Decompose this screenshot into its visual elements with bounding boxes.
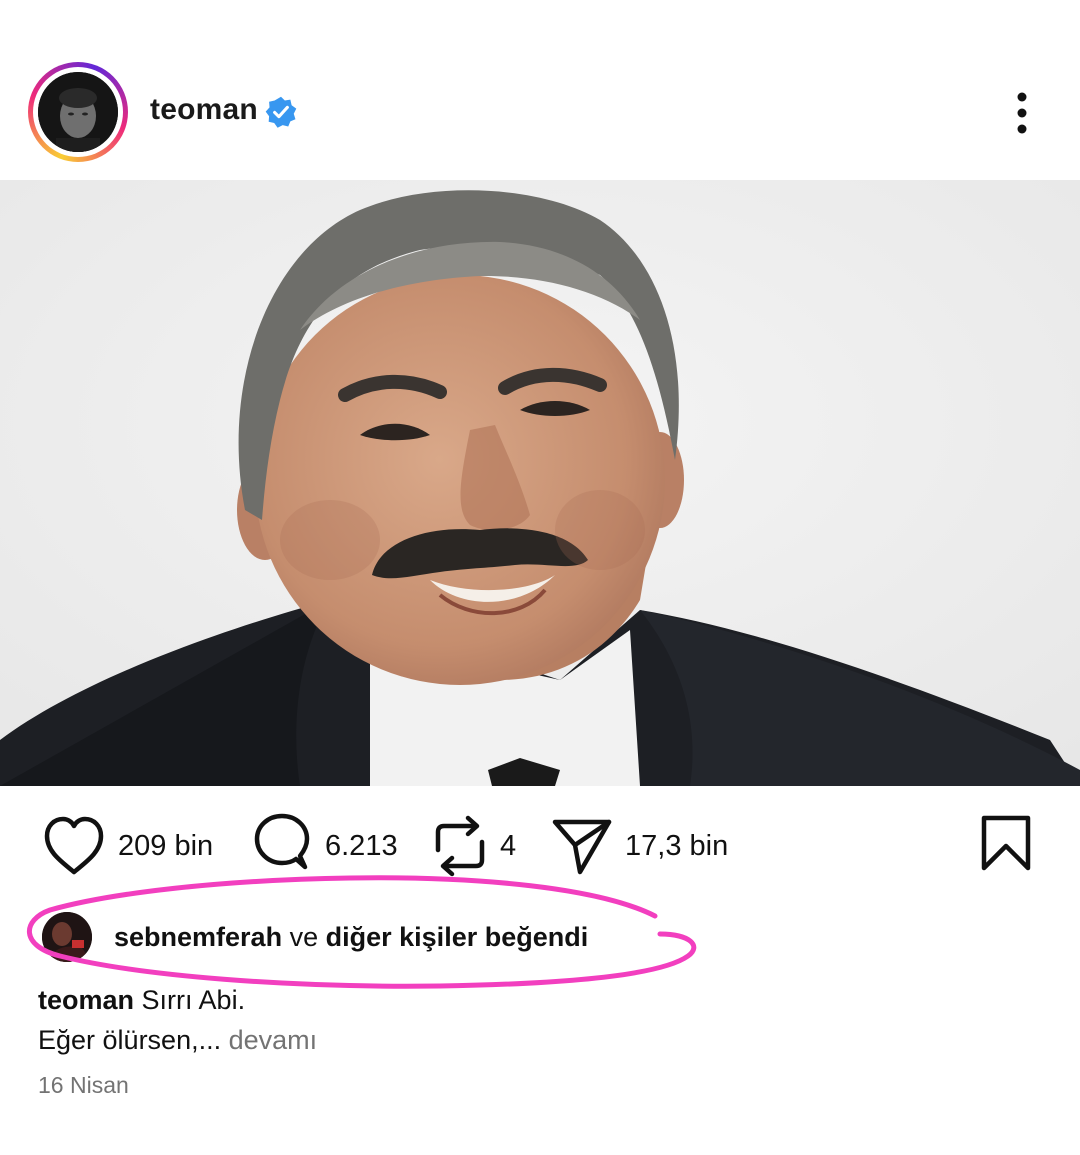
caption-line-2: Eğer ölürsen,... [38, 1025, 222, 1055]
reposts-count[interactable]: 4 [500, 830, 516, 863]
action-bar: 209 bin 6.213 4 17,3 bin [0, 810, 1080, 882]
heart-icon[interactable] [42, 810, 106, 882]
caption-more-link[interactable]: devamı [229, 1025, 318, 1055]
liked-by-text: sebnemferah ve diğer kişiler beğendi [114, 922, 588, 953]
profile-avatar[interactable] [38, 72, 118, 152]
repost-icon[interactable] [430, 810, 490, 882]
caption-line-1: Sırrı Abi. [141, 985, 246, 1015]
post-username[interactable]: teoman [150, 93, 258, 127]
post-caption: teoman Sırrı Abi. Eğer ölürsen,... devam… [38, 980, 1038, 1060]
bookmark-icon[interactable] [978, 810, 1034, 882]
story-ring[interactable] [28, 62, 128, 162]
liked-by-row[interactable]: sebnemferah ve diğer kişiler beğendi [40, 912, 740, 962]
comments-count[interactable]: 6.213 [325, 830, 398, 863]
liked-by-others[interactable]: diğer kişiler beğendi [326, 922, 589, 952]
post-header: teoman [0, 55, 1080, 170]
likes-count[interactable]: 209 bin [118, 830, 213, 863]
comment-icon[interactable] [252, 810, 312, 882]
verified-badge-icon [264, 95, 298, 129]
post-date: 16 Nisan [38, 1072, 129, 1098]
liked-by-connector: ve [289, 922, 319, 952]
more-vertical-icon[interactable] [1006, 89, 1038, 137]
liker-avatar[interactable] [42, 912, 92, 962]
post-image[interactable] [0, 180, 1080, 786]
send-icon[interactable] [550, 810, 614, 882]
shares-count[interactable]: 17,3 bin [625, 830, 728, 863]
caption-author[interactable]: teoman [38, 985, 134, 1015]
liker-username[interactable]: sebnemferah [114, 922, 282, 952]
